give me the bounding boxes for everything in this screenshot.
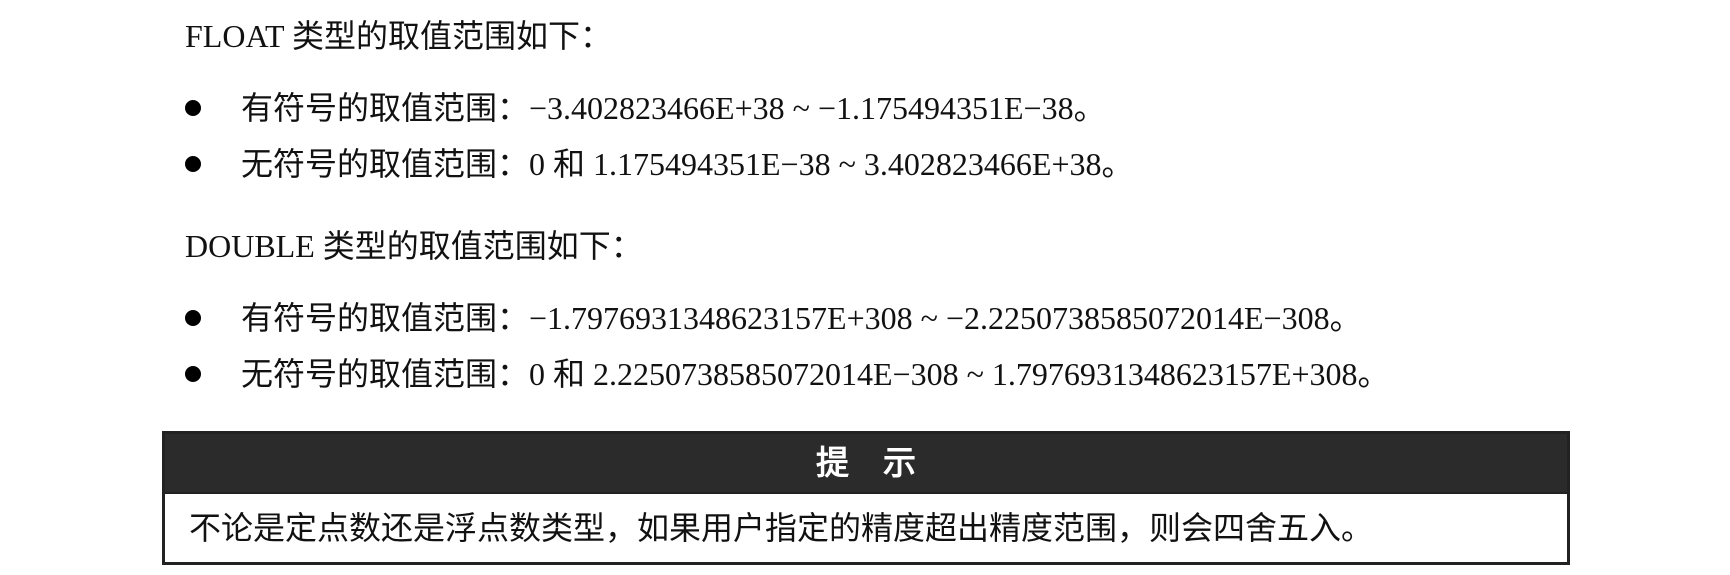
double-intro: DOUBLE 类型的取值范围如下：: [185, 228, 643, 264]
float-intro: FLOAT 类型的取值范围如下：: [185, 18, 612, 54]
float-unsigned-range: 无符号的取值范围：0 和 1.175494351E−38 ~ 3.4028234…: [241, 146, 1134, 182]
tip-title: 提示: [165, 434, 1567, 492]
float-signed-range: 有符号的取值范围：−3.402823466E+38 ~ −1.175494351…: [241, 90, 1106, 126]
tip-box: 提示 不论是定点数还是浮点数类型，如果用户指定的精度超出精度范围，则会四舍五入。: [162, 431, 1570, 565]
bullet-icon: [185, 156, 201, 172]
bullet-icon: [185, 310, 201, 326]
bullet-icon: [185, 100, 201, 116]
document-page: FLOAT 类型的取值范围如下： 有符号的取值范围：−3.402823466E+…: [0, 0, 1730, 575]
double-signed-range: 有符号的取值范围：−1.7976931348623157E+308 ~ −2.2…: [241, 300, 1362, 336]
double-unsigned-range: 无符号的取值范围：0 和 2.2250738585072014E−308 ~ 1…: [241, 356, 1390, 392]
tip-body: 不论是定点数还是浮点数类型，如果用户指定的精度超出精度范围，则会四舍五入。: [189, 510, 1374, 546]
bullet-icon: [185, 366, 201, 382]
